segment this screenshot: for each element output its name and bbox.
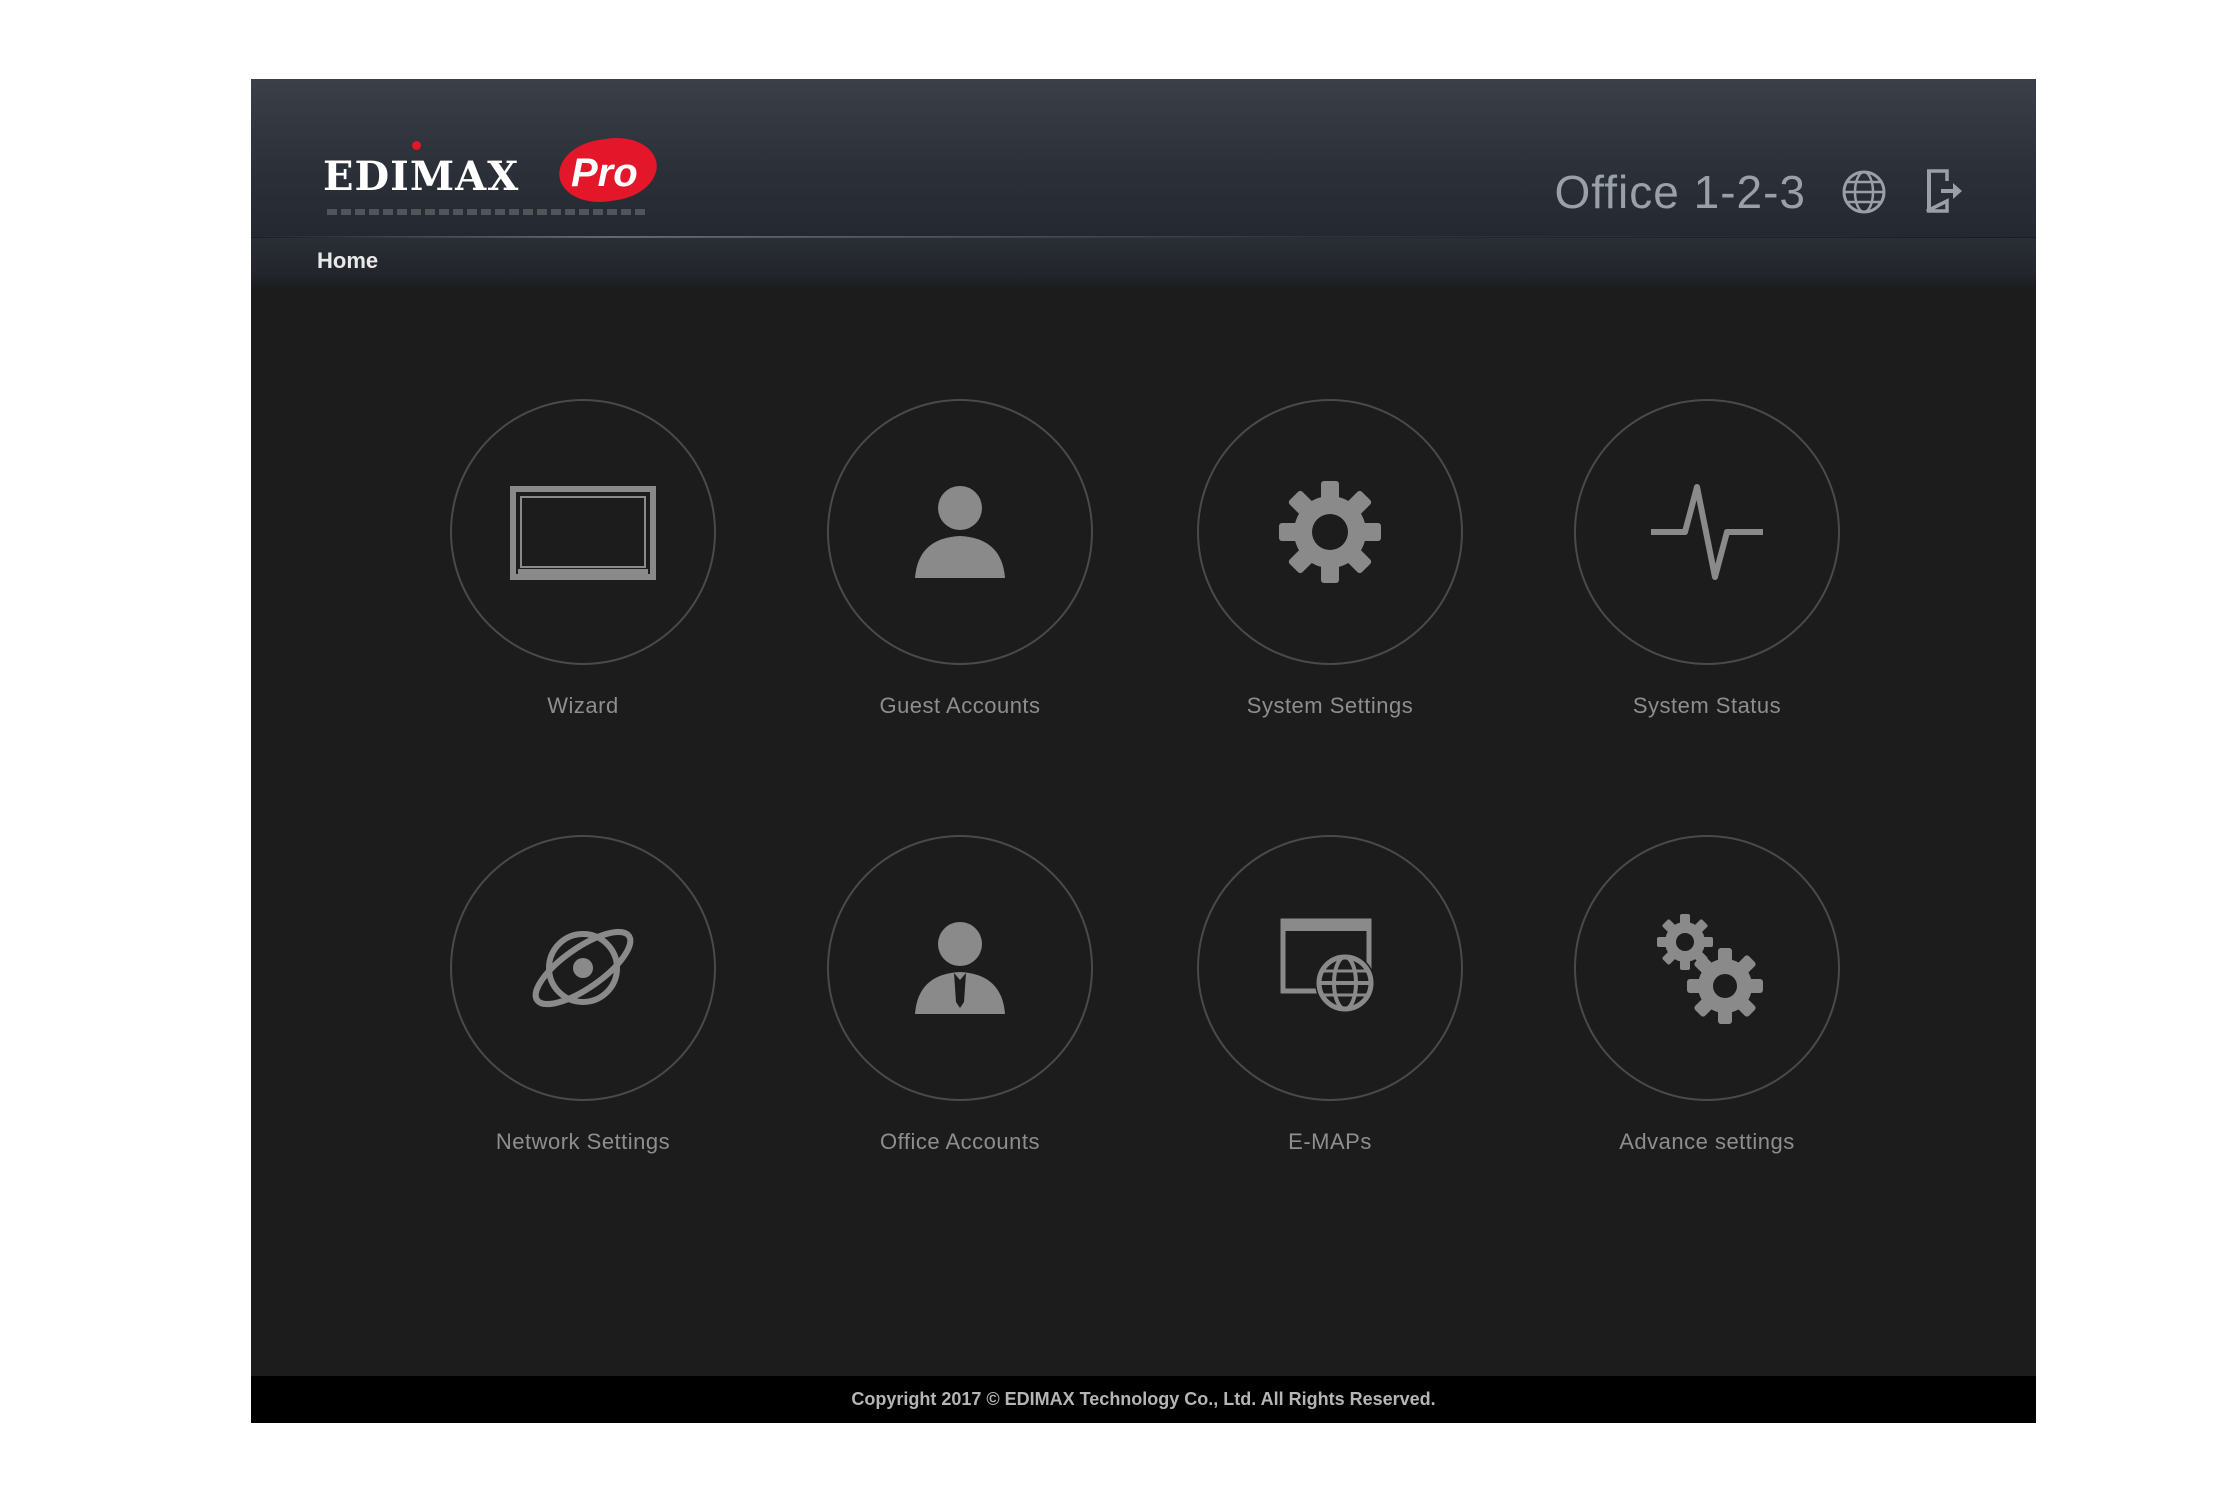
tile-circle	[1574, 835, 1840, 1101]
copyright-text: Copyright 2017 © EDIMAX Technology Co., …	[851, 1389, 1436, 1409]
logout-icon[interactable]	[1921, 167, 1967, 215]
tile-e-maps[interactable]: E-MAPs	[1190, 835, 1470, 1155]
tile-label: Office Accounts	[880, 1129, 1040, 1154]
tile-label: System Status	[1632, 693, 1782, 718]
tile-circle	[1574, 399, 1840, 665]
breadcrumb-home[interactable]: Home	[317, 248, 378, 274]
tile-advance-settings[interactable]: Advance settings	[1567, 835, 1847, 1155]
tile-label: E-MAPs	[1288, 1129, 1372, 1154]
tile-office-accounts[interactable]: Office Accounts	[820, 835, 1100, 1155]
tile-circle	[1197, 835, 1463, 1101]
tile-label: Advance settings	[1619, 1129, 1795, 1154]
logo-text: EDIMAX	[323, 153, 520, 200]
tile-system-settings[interactable]: System Settings	[1190, 399, 1470, 719]
planet-icon	[532, 928, 634, 1008]
tile-system-status[interactable]: System Status	[1567, 399, 1847, 719]
gear-icon	[1279, 481, 1381, 583]
tile-circle	[1197, 399, 1463, 665]
tile-circle	[450, 399, 716, 665]
monitor-icon	[510, 486, 656, 580]
app-window: EDIMAX Pro Office 1-2-3 Home Wizard Gues…	[251, 79, 2036, 1423]
tile-circle	[827, 835, 1093, 1101]
site-name: Office 1-2-3	[1554, 166, 1806, 218]
map-globe-icon	[1280, 918, 1375, 1013]
tile-network-settings[interactable]: Network Settings	[443, 835, 723, 1155]
tile-label: Wizard	[547, 693, 619, 718]
tile-circle	[827, 399, 1093, 665]
logo-badge-text: Pro	[571, 151, 638, 195]
pulse-icon	[1651, 484, 1763, 580]
user-icon	[915, 486, 1005, 578]
tile-label: Network Settings	[495, 1129, 671, 1154]
tile-guest-accounts[interactable]: Guest Accounts	[820, 399, 1100, 719]
globe-icon[interactable]	[1841, 169, 1887, 215]
business-user-icon	[915, 922, 1005, 1014]
tile-label: Guest Accounts	[879, 693, 1041, 718]
logo-dot	[412, 141, 421, 150]
tile-wizard[interactable]: Wizard	[443, 399, 723, 719]
logo-tagline	[327, 209, 647, 215]
tile-circle	[450, 835, 716, 1101]
breadcrumb: Home	[251, 238, 2036, 290]
edimax-pro-logo: EDIMAX Pro	[323, 132, 663, 215]
gears-icon	[1657, 914, 1763, 1024]
footer: Copyright 2017 © EDIMAX Technology Co., …	[251, 1376, 2036, 1423]
header: EDIMAX Pro Office 1-2-3	[251, 79, 2036, 237]
tile-label: System Settings	[1246, 693, 1414, 718]
